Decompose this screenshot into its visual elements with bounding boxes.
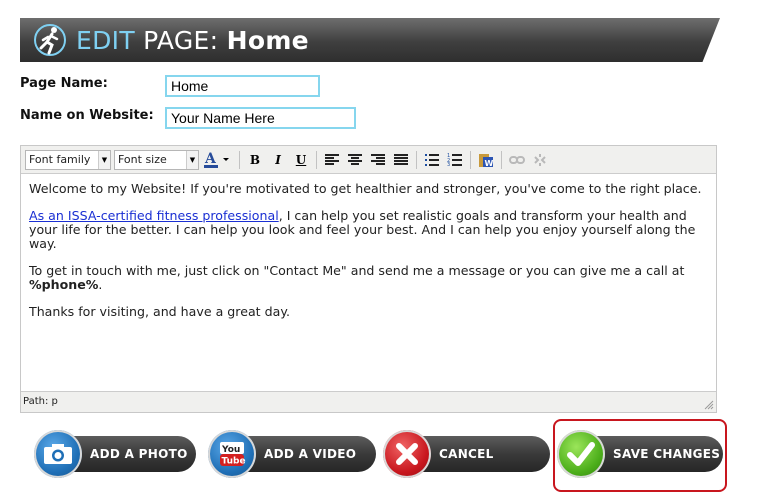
toolbar-separator bbox=[316, 150, 317, 169]
add-video-button[interactable]: You Tube ADD A VIDEO bbox=[208, 430, 376, 478]
toolbar-separator bbox=[470, 150, 471, 169]
editor-content[interactable]: Welcome to my Website! If you're motivat… bbox=[21, 174, 716, 390]
title-edit: EDIT bbox=[76, 25, 135, 55]
align-center-icon[interactable] bbox=[345, 150, 365, 170]
paste-word-icon[interactable]: W bbox=[476, 150, 496, 170]
add-video-label: ADD A VIDEO bbox=[264, 447, 357, 461]
chevron-down-icon: ▼ bbox=[98, 150, 110, 169]
editor-path-bar: Path: p bbox=[21, 391, 716, 412]
website-name-label: Name on Website: bbox=[20, 108, 154, 123]
close-icon bbox=[383, 430, 431, 478]
page-header: EDIT PAGE: Home bbox=[20, 18, 720, 62]
toolbar-separator bbox=[239, 150, 240, 169]
toolbar-separator bbox=[501, 150, 502, 169]
content-text: To get in touch with me, just click on "… bbox=[29, 263, 685, 278]
svg-text:You: You bbox=[221, 445, 240, 455]
content-paragraph: Welcome to my Website! If you're motivat… bbox=[29, 181, 702, 196]
svg-text:Tube: Tube bbox=[222, 457, 246, 467]
content-paragraph: Thanks for visiting, and have a great da… bbox=[29, 304, 290, 319]
cancel-button[interactable]: CANCEL bbox=[383, 430, 550, 478]
content-paragraph: As an ISSA-certified fitness professiona… bbox=[29, 209, 708, 251]
svg-text:A: A bbox=[204, 151, 217, 167]
page-name-input[interactable] bbox=[165, 75, 320, 97]
resize-handle-icon[interactable] bbox=[704, 400, 714, 410]
link-icon[interactable] bbox=[507, 150, 527, 170]
phone-placeholder: %phone% bbox=[29, 277, 99, 292]
text-color-icon[interactable]: A bbox=[202, 150, 234, 170]
certification-link[interactable]: As an ISSA-certified fitness professiona… bbox=[29, 208, 279, 223]
add-photo-label: ADD A PHOTO bbox=[90, 447, 188, 461]
align-right-icon[interactable] bbox=[368, 150, 388, 170]
youtube-icon: You Tube bbox=[208, 430, 256, 478]
content-text: . bbox=[98, 277, 103, 292]
cancel-label: CANCEL bbox=[439, 447, 494, 461]
font-size-select[interactable]: Font size ▼ bbox=[114, 149, 199, 170]
title-page: PAGE: bbox=[143, 25, 219, 55]
numbered-list-icon[interactable]: 123 bbox=[445, 150, 465, 170]
rich-text-editor: Font family ▼ Font size ▼ A B I U 1 2 3 … bbox=[20, 145, 717, 413]
chevron-down-icon: ▼ bbox=[186, 150, 198, 169]
italic-icon[interactable]: I bbox=[268, 150, 288, 170]
checkmark-icon bbox=[557, 430, 605, 478]
content-paragraph: To get in touch with me, just click on "… bbox=[29, 264, 708, 292]
underline-icon[interactable]: U bbox=[291, 150, 311, 170]
font-family-value: Font family bbox=[29, 153, 91, 166]
toolbar-separator bbox=[416, 150, 417, 169]
bold-icon[interactable]: B bbox=[245, 150, 265, 170]
save-changes-label: SAVE CHANGES bbox=[613, 447, 721, 461]
page-title: EDIT PAGE: Home bbox=[76, 26, 309, 55]
website-name-input[interactable] bbox=[165, 107, 356, 129]
font-size-value: Font size bbox=[118, 153, 167, 166]
camera-icon bbox=[34, 430, 82, 478]
website-name-row: Name on Website: bbox=[20, 108, 154, 123]
align-justify-icon[interactable] bbox=[391, 150, 411, 170]
align-left-icon[interactable] bbox=[322, 150, 342, 170]
runner-icon bbox=[28, 18, 72, 62]
add-photo-button[interactable]: ADD A PHOTO bbox=[34, 430, 196, 478]
svg-text:3: 3 bbox=[447, 162, 450, 166]
unlink-icon[interactable] bbox=[530, 150, 550, 170]
page-name-label: Page Name: bbox=[20, 76, 108, 91]
page-name-row: Page Name: bbox=[20, 76, 108, 91]
font-family-select[interactable]: Font family ▼ bbox=[25, 149, 111, 170]
title-page-name: Home bbox=[226, 25, 309, 55]
path-text: Path: p bbox=[23, 396, 58, 407]
editor-toolbar: Font family ▼ Font size ▼ A B I U 1 2 3 … bbox=[21, 146, 716, 174]
bullet-list-icon[interactable] bbox=[422, 150, 442, 170]
svg-text:W: W bbox=[485, 159, 494, 168]
